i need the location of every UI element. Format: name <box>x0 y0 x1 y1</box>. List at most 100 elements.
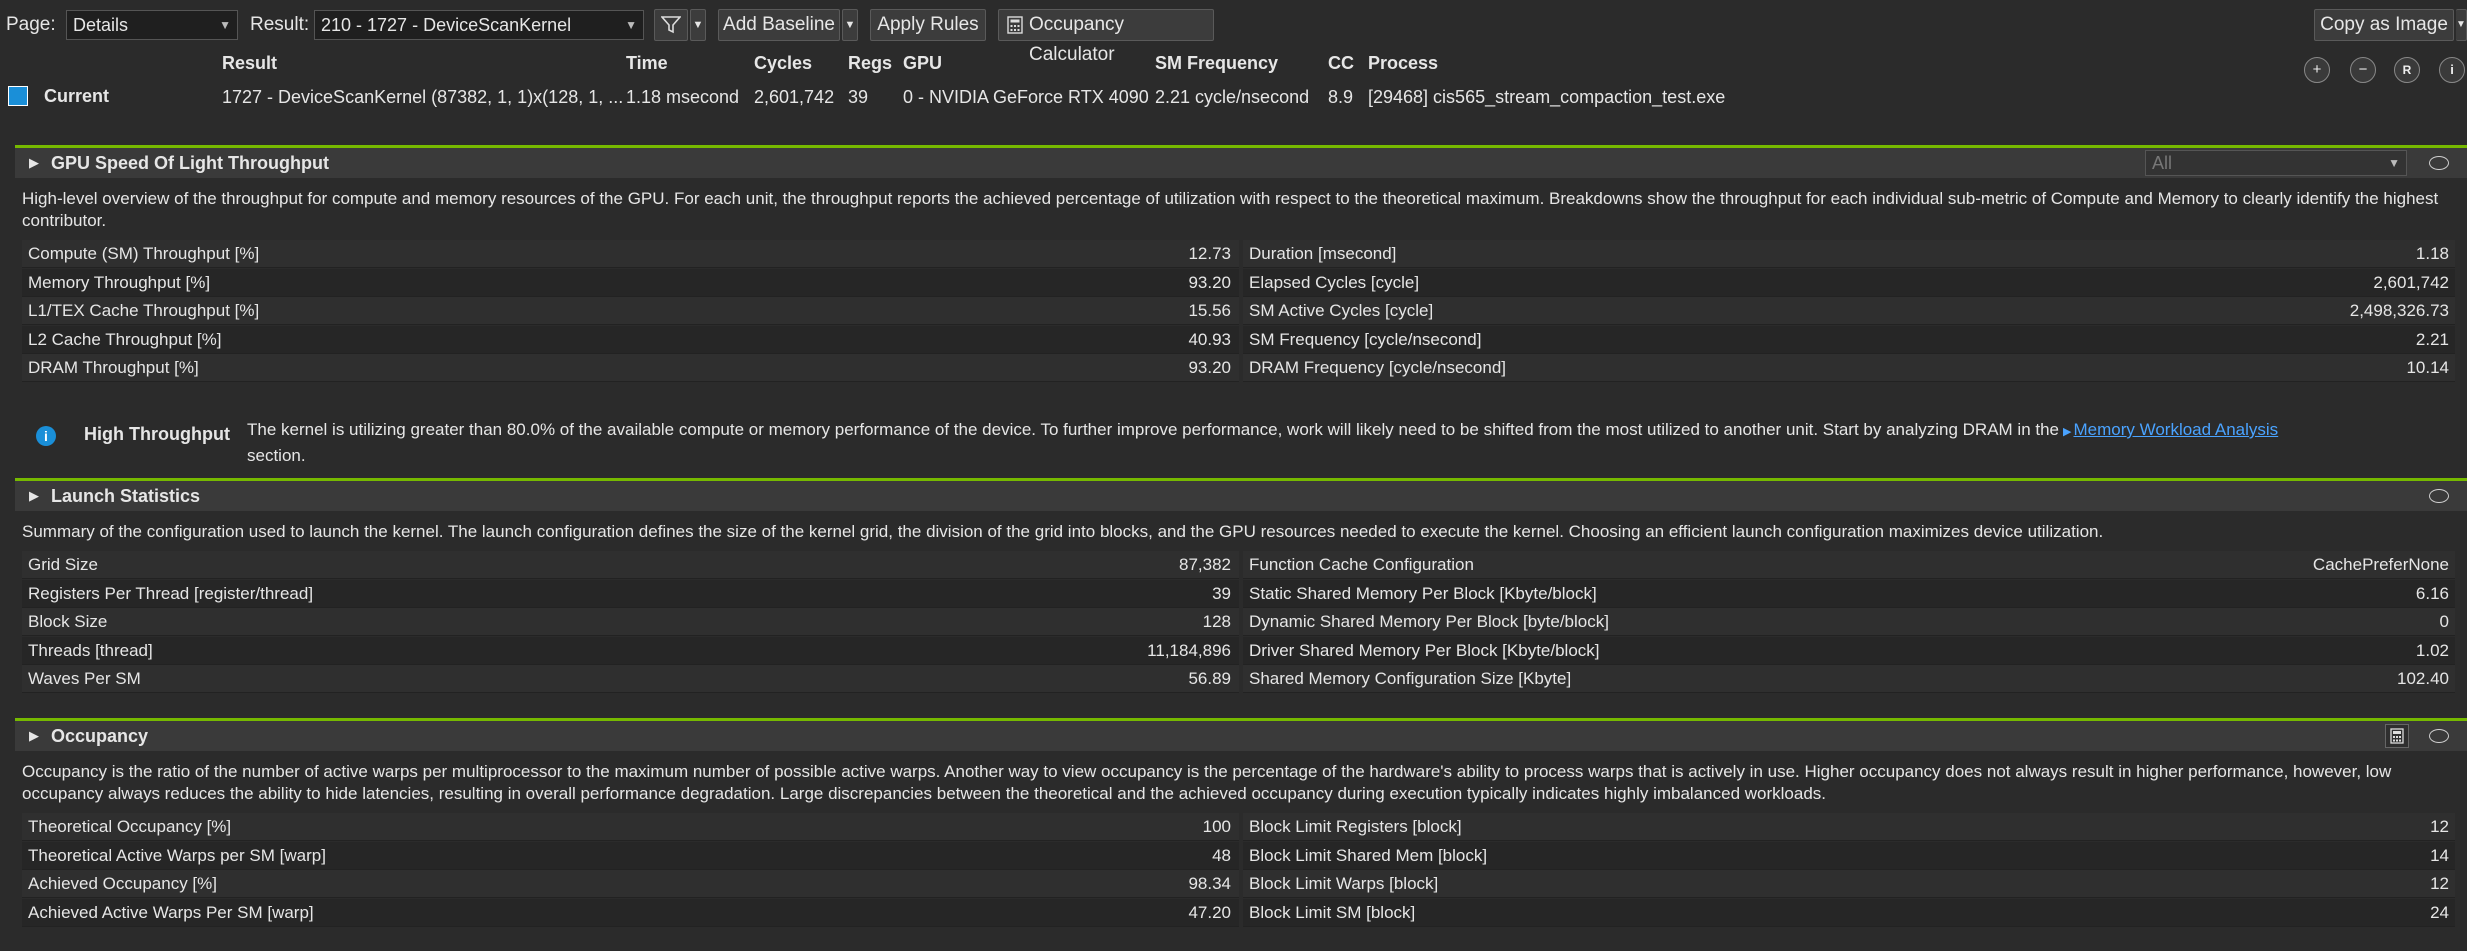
metric-name: DRAM Frequency [cycle/nsecond] <box>1249 358 1506 377</box>
metric-name: Block Limit Warps [block] <box>1249 874 1439 893</box>
occupancy-calculator-shortcut[interactable] <box>2385 724 2409 748</box>
metric-value: 39 <box>1212 583 1231 603</box>
metric-row: Achieved Active Warps Per SM [warp] 47.20 <box>22 898 1239 927</box>
comment-icon[interactable] <box>2429 156 2449 170</box>
section-header[interactable]: ▶ Launch Statistics <box>15 481 2467 511</box>
filter-button[interactable] <box>654 9 688 41</box>
link-triangle-icon: ▶ <box>2063 426 2072 438</box>
metric-row: Theoretical Occupancy [%] 100 <box>22 813 1239 841</box>
metric-row: Static Shared Memory Per Block [Kbyte/bl… <box>1243 579 2455 608</box>
occupancy-calculator-button[interactable]: Occupancy Calculator <box>998 9 1214 65</box>
metric-name: SM Frequency [cycle/nsecond] <box>1249 329 1482 349</box>
metric-row: Block Size 128 <box>22 608 1239 636</box>
metric-name: Block Limit SM [block] <box>1249 902 1416 922</box>
section-header[interactable]: ▶ GPU Speed Of Light Throughput All ▼ <box>15 148 2467 178</box>
metric-name: Function Cache Configuration <box>1249 555 1474 574</box>
metric-name: SM Active Cycles [cycle] <box>1249 301 1434 320</box>
metric-name: Registers Per Thread [register/thread] <box>28 583 314 603</box>
metric-value: 12 <box>2430 874 2449 893</box>
zoom-out-button[interactable]: − <box>2350 57 2376 83</box>
summary-header: Regs <box>848 53 893 73</box>
metric-value: 40.93 <box>1188 329 1231 349</box>
apply-rules-button[interactable]: Apply Rules <box>870 9 986 41</box>
memory-workload-analysis-link[interactable]: ▶ Memory Workload Analysis <box>2059 420 2278 439</box>
metric-value: 47.20 <box>1188 902 1231 922</box>
info-icon: i <box>2450 62 2454 77</box>
metric-name: Memory Throughput [%] <box>28 272 211 292</box>
expand-triangle-icon[interactable]: ▶ <box>29 728 39 744</box>
metric-row: L1/TEX Cache Throughput [%] 15.56 <box>22 297 1239 325</box>
metric-row: Theoretical Active Warps per SM [warp] 48 <box>22 841 1239 870</box>
reset-button[interactable]: R <box>2394 57 2420 83</box>
metric-name: Theoretical Occupancy [%] <box>28 817 232 836</box>
chevron-down-icon: ▼ <box>692 19 704 31</box>
add-baseline-button[interactable]: Add Baseline <box>718 9 840 41</box>
zoom-in-button[interactable]: + <box>2304 57 2330 83</box>
filter-dropdown[interactable]: ▼ <box>690 9 706 41</box>
copy-as-image-button[interactable]: Copy as Image <box>2314 9 2454 41</box>
metric-row: Driver Shared Memory Per Block [Kbyte/bl… <box>1243 636 2455 665</box>
section-filter-select[interactable]: All ▼ <box>2145 150 2407 176</box>
info-button[interactable]: i <box>2439 57 2465 83</box>
current-color-swatch <box>8 86 28 106</box>
comment-icon[interactable] <box>2429 489 2449 503</box>
metric-value: 12.73 <box>1188 244 1231 263</box>
metric-row: Dynamic Shared Memory Per Block [byte/bl… <box>1243 608 2455 636</box>
metric-name: Static Shared Memory Per Block [Kbyte/bl… <box>1249 583 1597 603</box>
chevron-down-icon: ▼ <box>625 18 637 32</box>
metric-row: L2 Cache Throughput [%] 40.93 <box>22 325 1239 354</box>
metric-value: 2,601,742 <box>2373 272 2449 292</box>
metric-row: SM Active Cycles [cycle] 2,498,326.73 <box>1243 297 2455 325</box>
result-select[interactable]: 210 - 1727 - DeviceScanKernel ▼ <box>314 10 644 40</box>
metric-value: 128 <box>1202 612 1231 631</box>
metric-row: Block Limit Shared Mem [block] 14 <box>1243 841 2455 870</box>
metric-name: Duration [msecond] <box>1249 244 1397 263</box>
metric-row: Compute (SM) Throughput [%] 12.73 <box>22 240 1239 268</box>
section-header[interactable]: ▶ Occupancy <box>15 721 2467 751</box>
metric-value: 11,184,896 <box>1147 640 1231 660</box>
expand-triangle-icon[interactable]: ▶ <box>29 488 39 504</box>
metric-value: 100 <box>1202 817 1231 836</box>
metric-name: Block Limit Shared Mem [block] <box>1249 845 1488 865</box>
page-select[interactable]: Details ▼ <box>66 10 238 40</box>
metric-value: 2,498,326.73 <box>2349 301 2449 320</box>
summary-value: 0 - NVIDIA GeForce RTX 4090 <box>903 87 1149 107</box>
section-description: Occupancy is the ratio of the number of … <box>22 762 2392 803</box>
summary-value: 39 <box>848 87 869 107</box>
metric-name: L1/TEX Cache Throughput [%] <box>28 301 260 320</box>
expand-triangle-icon[interactable]: ▶ <box>29 155 39 171</box>
metric-name: L2 Cache Throughput [%] <box>28 329 222 349</box>
comment-icon[interactable] <box>2429 729 2449 743</box>
metric-name: Driver Shared Memory Per Block [Kbyte/bl… <box>1249 640 1600 660</box>
baseline-dropdown[interactable]: ▼ <box>842 9 858 41</box>
metric-value: 6.16 <box>2415 583 2449 603</box>
zoom-in-icon: + <box>2312 61 2322 78</box>
summary-header: Time <box>626 53 668 73</box>
metric-row: Registers Per Thread [register/thread] 39 <box>22 579 1239 608</box>
section-description: High-level overview of the throughput fo… <box>22 189 2439 230</box>
metric-row: SM Frequency [cycle/nsecond] 2.21 <box>1243 325 2455 354</box>
metric-row: Elapsed Cycles [cycle] 2,601,742 <box>1243 268 2455 297</box>
metric-row: Waves Per SM 56.89 <box>22 665 1239 693</box>
metric-row: Block Limit SM [block] 24 <box>1243 898 2455 927</box>
metric-value: 93.20 <box>1188 358 1231 377</box>
rule-message: The kernel is utilizing greater than 80.… <box>247 418 2407 467</box>
result-select-value: 210 - 1727 - DeviceScanKernel <box>321 15 572 35</box>
section-filter-value: All <box>2152 153 2173 173</box>
metric-value: 24 <box>2430 902 2449 922</box>
summary-header: CC <box>1328 53 1354 73</box>
metric-row: Duration [msecond] 1.18 <box>1243 240 2455 268</box>
metric-name: Dynamic Shared Memory Per Block [byte/bl… <box>1249 612 1609 631</box>
copy-dropdown[interactable]: ▼ <box>2456 9 2467 41</box>
summary-header: GPU <box>903 53 943 73</box>
summary-value: [29468] cis565_stream_compaction_test.ex… <box>1368 87 1726 107</box>
metric-name: Theoretical Active Warps per SM [warp] <box>28 845 326 865</box>
metric-name: Grid Size <box>28 555 98 574</box>
calculator-icon <box>2390 728 2404 744</box>
page-select-value: Details <box>73 15 129 35</box>
section-title: Launch Statistics <box>51 486 201 506</box>
chevron-down-icon: ▼ <box>2388 156 2400 170</box>
metric-row: DRAM Throughput [%] 93.20 <box>22 354 1239 382</box>
metric-value: 2.21 <box>2415 329 2449 349</box>
page-label: Page: <box>6 14 56 35</box>
